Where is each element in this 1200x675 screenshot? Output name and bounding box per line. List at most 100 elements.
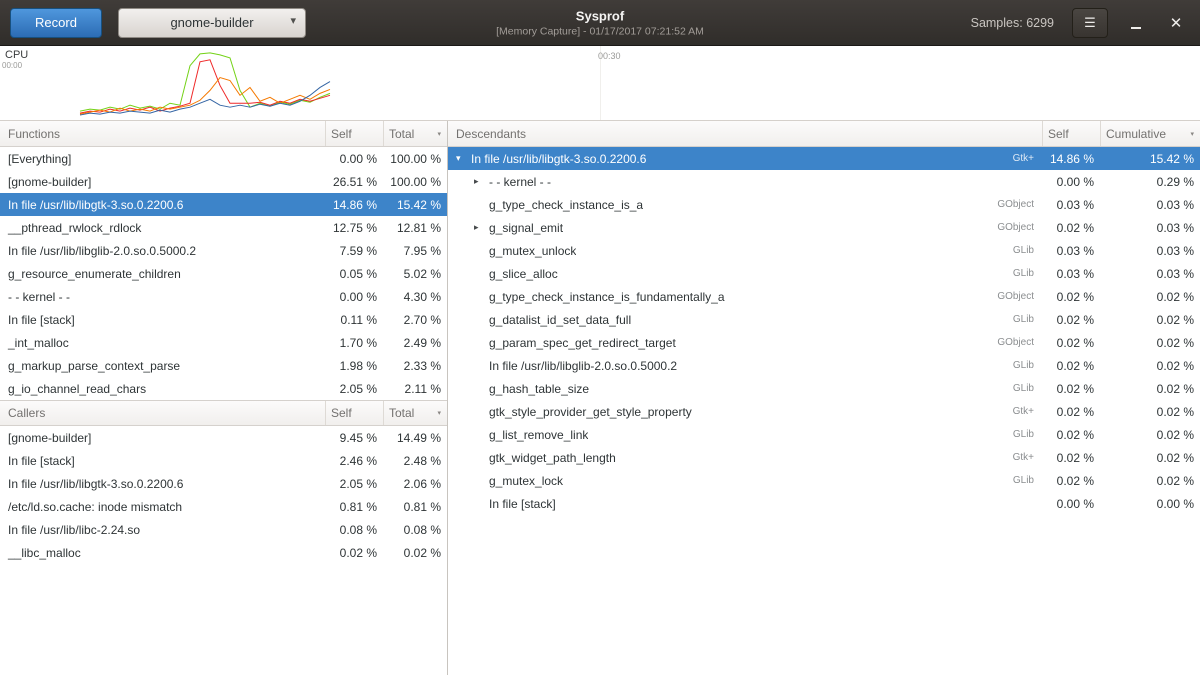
row-function-name: In file /usr/lib/libglib-2.0.so.0.5000.2 (489, 359, 677, 373)
row-self-value: 0.02 % (1042, 313, 1100, 327)
row-self-value: 0.02 % (325, 546, 383, 560)
row-function-name: g_io_channel_read_chars (0, 382, 325, 396)
row-function-name: In file [stack] (0, 313, 325, 327)
table-row[interactable]: [gnome-builder]26.51 %100.00 % (0, 170, 447, 193)
row-function-name: g_type_check_instance_is_fundamentally_a (489, 290, 725, 304)
table-row[interactable]: g_hash_table_sizeGLib0.02 %0.02 % (448, 377, 1200, 400)
table-row[interactable]: In file /usr/lib/libgtk-3.so.0.2200.614.… (0, 193, 447, 216)
table-row[interactable]: _int_malloc1.70 %2.49 % (0, 331, 447, 354)
table-row[interactable]: g_type_check_instance_is_aGObject0.03 %0… (448, 193, 1200, 216)
row-self-value: 0.02 % (1042, 474, 1100, 488)
table-row[interactable]: In file [stack]2.46 %2.48 % (0, 449, 447, 472)
row-function-name: In file [stack] (0, 454, 325, 468)
record-button[interactable]: Record (10, 8, 102, 38)
row-function-name: - - kernel - - (489, 175, 551, 189)
cpu-label: CPU (5, 49, 28, 61)
table-row[interactable]: /etc/ld.so.cache: inode mismatch0.81 %0.… (0, 495, 447, 518)
row-cumulative-value: 0.02 % (1100, 359, 1200, 373)
table-row[interactable]: [Everything]0.00 %100.00 % (0, 147, 447, 170)
library-tag: GLib (1007, 475, 1042, 486)
sort-arrow-icon: ▾ (1186, 130, 1194, 138)
descendants-self-column-header[interactable]: Self (1042, 121, 1100, 146)
row-name-cell: g_hash_table_sizeGLib (448, 382, 1042, 396)
close-button[interactable]: ✕ (1164, 10, 1188, 36)
row-name-cell: g_list_remove_linkGLib (448, 428, 1042, 442)
callers-total-column-header[interactable]: Total▾ (383, 401, 447, 425)
window-title-block: Sysprof [Memory Capture] - 01/17/2017 07… (496, 8, 704, 37)
table-row[interactable]: g_mutex_lockGLib0.02 %0.02 % (448, 469, 1200, 492)
row-cumulative-value: 0.03 % (1100, 221, 1200, 235)
menu-button[interactable]: ☰ (1072, 8, 1108, 38)
row-total-value: 12.81 % (383, 221, 447, 235)
table-row[interactable]: gtk_widget_path_lengthGtk+0.02 %0.02 % (448, 446, 1200, 469)
row-total-value: 2.49 % (383, 336, 447, 350)
table-row[interactable]: In file /usr/lib/libgtk-3.so.0.2200.62.0… (0, 472, 447, 495)
library-tag: Gtk+ (1007, 153, 1042, 164)
library-tag: GObject (991, 337, 1042, 348)
table-row[interactable]: __pthread_rwlock_rdlock12.75 %12.81 % (0, 216, 447, 239)
row-self-value: 0.05 % (325, 267, 383, 281)
table-row[interactable]: g_type_check_instance_is_fundamentally_a… (448, 285, 1200, 308)
descendants-cumulative-column-header[interactable]: Cumulative▾ (1100, 121, 1200, 146)
table-row[interactable]: ▸- - kernel - -0.00 %0.29 % (448, 170, 1200, 193)
expander-icon[interactable]: ▸ (474, 177, 489, 186)
row-cumulative-value: 0.02 % (1100, 336, 1200, 350)
library-tag: GObject (991, 199, 1042, 210)
table-row[interactable]: g_resource_enumerate_children0.05 %5.02 … (0, 262, 447, 285)
functions-column-header[interactable]: Functions (0, 121, 325, 146)
table-row[interactable]: ▾In file /usr/lib/libgtk-3.so.0.2200.6 Gt… (448, 147, 1200, 170)
table-row[interactable]: g_mutex_unlockGLib0.03 %0.03 % (448, 239, 1200, 262)
chevron-down-icon: ▾ (290, 16, 296, 27)
minimize-button[interactable] (1124, 10, 1148, 36)
table-row[interactable]: g_markup_parse_context_parse1.98 %2.33 % (0, 354, 447, 377)
row-name-cell: g_mutex_unlockGLib (448, 244, 1042, 258)
row-cumulative-value: 0.02 % (1100, 451, 1200, 465)
callers-column-header[interactable]: Callers (0, 401, 325, 425)
left-pane: Functions Self Total▾ [Everything]0.00 %… (0, 121, 448, 675)
minimize-icon (1131, 27, 1141, 29)
table-row[interactable]: g_datalist_id_set_data_fullGLib0.02 %0.0… (448, 308, 1200, 331)
table-row[interactable]: - - kernel - -0.00 %4.30 % (0, 285, 447, 308)
cpu-timeline[interactable]: CPU 00:00 00:30 (0, 46, 1200, 121)
table-row[interactable]: In file [stack]0.11 %2.70 % (0, 308, 447, 331)
profile-panes: Functions Self Total▾ [Everything]0.00 %… (0, 121, 1200, 675)
right-pane: Descendants Self Cumulative▾ ▾In file /u… (448, 121, 1200, 675)
row-self-value: 0.00 % (1042, 497, 1100, 511)
row-function-name: g_signal_emit (489, 221, 563, 235)
table-row[interactable]: gtk_style_provider_get_style_propertyGtk… (448, 400, 1200, 423)
header-bar: Record gnome-builder ▾ Sysprof [Memory C… (0, 0, 1200, 46)
table-row[interactable]: g_list_remove_linkGLib0.02 %0.02 % (448, 423, 1200, 446)
row-self-value: 0.00 % (325, 290, 383, 304)
table-row[interactable]: In file /usr/lib/libc-2.24.so0.08 %0.08 … (0, 518, 447, 541)
table-row[interactable]: [gnome-builder]9.45 %14.49 % (0, 426, 447, 449)
table-row[interactable]: g_io_channel_read_chars2.05 %2.11 % (0, 377, 447, 400)
row-name-cell: g_slice_allocGLib (448, 267, 1042, 281)
library-tag: GObject (991, 291, 1042, 302)
process-selector[interactable]: gnome-builder ▾ (118, 8, 306, 38)
callers-self-column-header[interactable]: Self (325, 401, 383, 425)
cpu-line (80, 60, 330, 113)
table-row[interactable]: In file /usr/lib/libglib-2.0.so.0.5000.2… (448, 354, 1200, 377)
row-cumulative-value: 0.03 % (1100, 198, 1200, 212)
functions-total-column-header[interactable]: Total▾ (383, 121, 447, 146)
row-self-value: 1.70 % (325, 336, 383, 350)
functions-header: Functions Self Total▾ (0, 121, 447, 147)
table-row[interactable]: ▸g_signal_emitGObject0.02 %0.03 % (448, 216, 1200, 239)
functions-self-column-header[interactable]: Self (325, 121, 383, 146)
table-row[interactable]: g_slice_allocGLib0.03 %0.03 % (448, 262, 1200, 285)
expander-icon[interactable]: ▸ (474, 223, 489, 232)
row-self-value: 12.75 % (325, 221, 383, 235)
table-row[interactable]: In file /usr/lib/libglib-2.0.so.0.5000.2… (0, 239, 447, 262)
descendants-column-header[interactable]: Descendants (448, 121, 1042, 146)
row-name-cell: ▸g_signal_emitGObject (448, 221, 1042, 235)
row-self-value: 26.51 % (325, 175, 383, 189)
row-function-name: In file [stack] (489, 497, 556, 511)
table-row[interactable]: __libc_malloc0.02 %0.02 % (0, 541, 447, 564)
row-self-value: 0.02 % (1042, 221, 1100, 235)
table-row[interactable]: g_param_spec_get_redirect_targetGObject0… (448, 331, 1200, 354)
table-row[interactable]: In file [stack]0.00 %0.00 % (448, 492, 1200, 515)
row-function-name: In file /usr/lib/libgtk-3.so.0.2200.6 (471, 152, 646, 166)
row-total-value: 2.06 % (383, 477, 447, 491)
row-self-value: 0.00 % (325, 152, 383, 166)
expander-icon[interactable]: ▾ (456, 154, 471, 163)
